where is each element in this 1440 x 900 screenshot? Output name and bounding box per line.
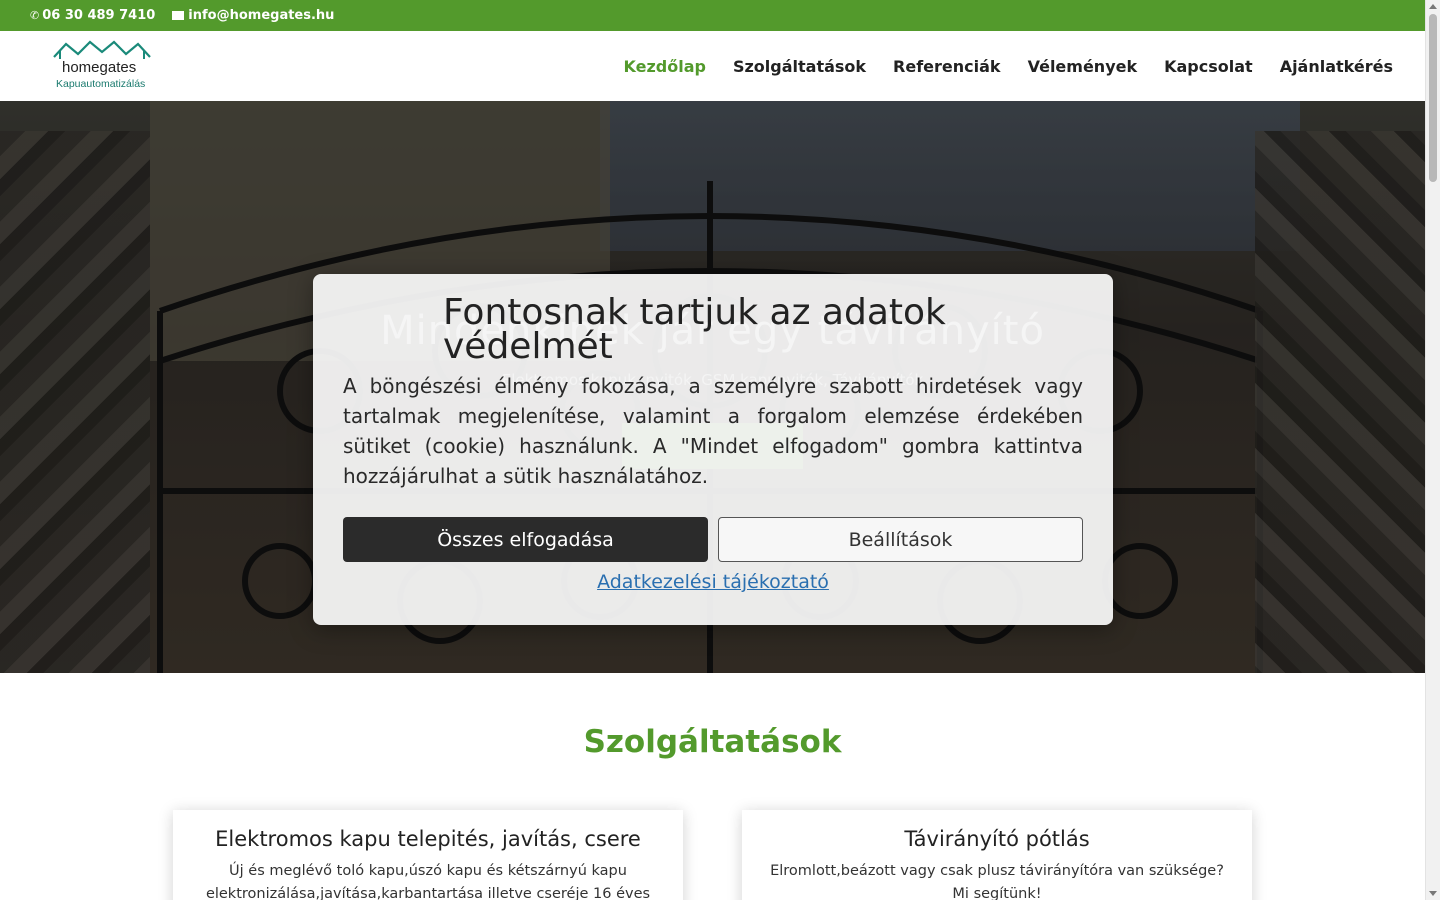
phone-icon: ✆ bbox=[30, 9, 40, 22]
logo-name: homegates bbox=[62, 59, 137, 76]
service-card-title: Távirányító pótlás bbox=[904, 827, 1090, 851]
page-scrollbar[interactable] bbox=[1425, 0, 1440, 900]
privacy-policy-link[interactable]: Adatkezelési tájékoztató bbox=[313, 571, 1113, 593]
site-header: homegates Kapuautomatizálás Kezdőlap Szo… bbox=[0, 31, 1425, 101]
service-card-gate[interactable]: Elektromos kapu telepités, javítás, cser… bbox=[173, 810, 683, 900]
accept-all-button[interactable]: Összes elfogadása bbox=[343, 517, 708, 562]
service-card-text: Új és meglévő toló kapu,úszó kapu és két… bbox=[205, 863, 651, 900]
scrollbar-thumb[interactable] bbox=[1429, 14, 1437, 182]
nav-item-referenciak[interactable]: Referenciák bbox=[893, 57, 1001, 76]
phone-number[interactable]: 06 30 489 7410 bbox=[42, 8, 155, 23]
service-card-title: Elektromos kapu telepités, javítás, cser… bbox=[215, 827, 641, 851]
logo[interactable]: homegates Kapuautomatizálás bbox=[52, 40, 152, 92]
scroll-down-arrow-icon[interactable] bbox=[1429, 891, 1437, 896]
cookie-modal-title: Fontosnak tartjuk az adatok védelmét bbox=[443, 292, 946, 367]
logo-subtitle: Kapuautomatizálás bbox=[56, 78, 146, 90]
main-nav: Kezdőlap Szolgáltatások Referenciák Véle… bbox=[596, 31, 1393, 101]
nav-item-velemenyek[interactable]: Vélemények bbox=[1028, 57, 1138, 76]
service-card-remote[interactable]: Távirányító pótlás Elromlott,beázott vag… bbox=[742, 810, 1252, 900]
nav-item-ajanlatkeres[interactable]: Ajánlatkérés bbox=[1280, 57, 1393, 76]
nav-item-kapcsolat[interactable]: Kapcsolat bbox=[1164, 57, 1253, 76]
email-contact[interactable]: info@homegates.hu bbox=[172, 8, 334, 23]
cookie-settings-button[interactable]: Beállítások bbox=[718, 517, 1083, 562]
service-card-text: Elromlott,beázott vagy csak plusz távirá… bbox=[770, 863, 1224, 900]
cookie-consent-modal: Fontosnak tartjuk az adatok védelmét A b… bbox=[313, 274, 1113, 625]
phone-contact[interactable]: ✆ 06 30 489 7410 bbox=[30, 8, 155, 23]
top-bar: ✆ 06 30 489 7410 info@homegates.hu bbox=[0, 0, 1425, 31]
services-heading: Szolgáltatások bbox=[583, 724, 842, 760]
nav-item-kezdolap[interactable]: Kezdőlap bbox=[623, 57, 705, 76]
scroll-up-arrow-icon[interactable] bbox=[1429, 4, 1437, 9]
envelope-icon bbox=[172, 11, 185, 20]
nav-item-szolgaltatasok[interactable]: Szolgáltatások bbox=[733, 57, 866, 76]
cookie-modal-text: A böngészési élmény fokozása, a személyr… bbox=[343, 374, 1083, 488]
email-address[interactable]: info@homegates.hu bbox=[188, 8, 334, 23]
